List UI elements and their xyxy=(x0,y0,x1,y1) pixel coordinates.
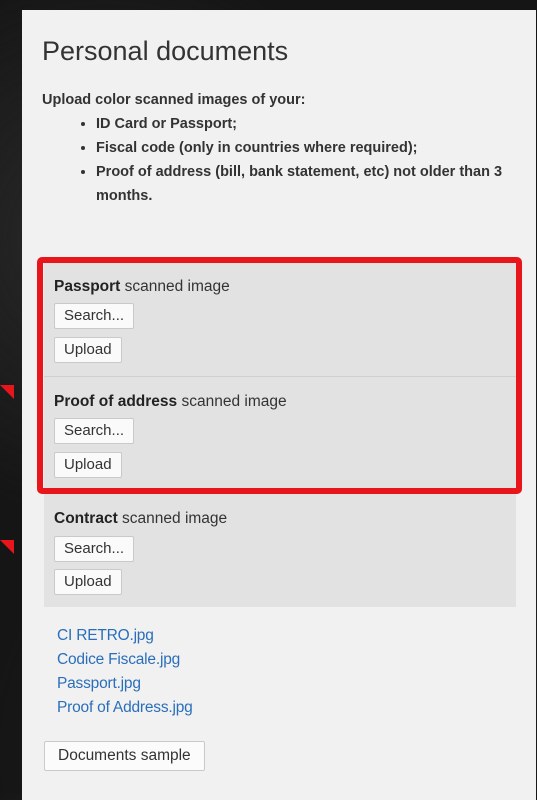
passport-search-button[interactable]: Search... xyxy=(54,303,135,329)
contract-search-button[interactable]: Search... xyxy=(54,536,135,562)
annotation-arrow-tip xyxy=(0,540,14,554)
proof-of-address-search-button[interactable]: Search... xyxy=(54,418,135,444)
document-name: Passport xyxy=(54,278,121,295)
label-suffix: scanned image xyxy=(120,278,230,295)
proof-of-address-upload-section: Proof of address scanned image Search...… xyxy=(44,377,516,490)
contract-upload-button[interactable]: Upload xyxy=(54,569,122,595)
documents-sample-button[interactable]: Documents sample xyxy=(44,741,205,771)
label-suffix: scanned image xyxy=(117,510,228,527)
label-suffix: scanned image xyxy=(177,393,287,410)
document-name: Contract xyxy=(54,510,118,527)
file-link[interactable]: CI RETRO.jpg xyxy=(57,624,193,648)
requirement-item: Fiscal code (only in countries where req… xyxy=(96,136,512,160)
requirements-list: ID Card or Passport; Fiscal code (only i… xyxy=(42,112,512,208)
file-link[interactable]: Proof of Address.jpg xyxy=(57,696,193,720)
instructions-intro: Upload color scanned images of your: xyxy=(42,92,306,108)
uploaded-files-list: CI RETRO.jpg Codice Fiscale.jpg Passport… xyxy=(57,624,193,720)
annotation-arrow-tip xyxy=(0,385,14,399)
passport-upload-button[interactable]: Upload xyxy=(54,337,122,363)
upload-instructions: Upload color scanned images of your: ID … xyxy=(42,92,512,208)
file-link[interactable]: Passport.jpg xyxy=(57,672,193,696)
page-title: Personal documents xyxy=(42,36,289,66)
requirement-item: Proof of address (bill, bank statement, … xyxy=(96,160,512,208)
contract-upload-section: Contract scanned image Search... Upload xyxy=(44,493,516,607)
passport-upload-section: Passport scanned image Search... Upload xyxy=(44,262,516,376)
file-link[interactable]: Codice Fiscale.jpg xyxy=(57,648,193,672)
requirement-item: ID Card or Passport; xyxy=(96,112,512,136)
proof-of-address-upload-button[interactable]: Upload xyxy=(54,452,122,478)
proof-of-address-upload-label: Proof of address scanned image xyxy=(54,393,287,411)
document-name: Proof of address xyxy=(54,393,178,410)
contract-upload-label: Contract scanned image xyxy=(54,510,227,528)
passport-upload-label: Passport scanned image xyxy=(54,278,230,296)
